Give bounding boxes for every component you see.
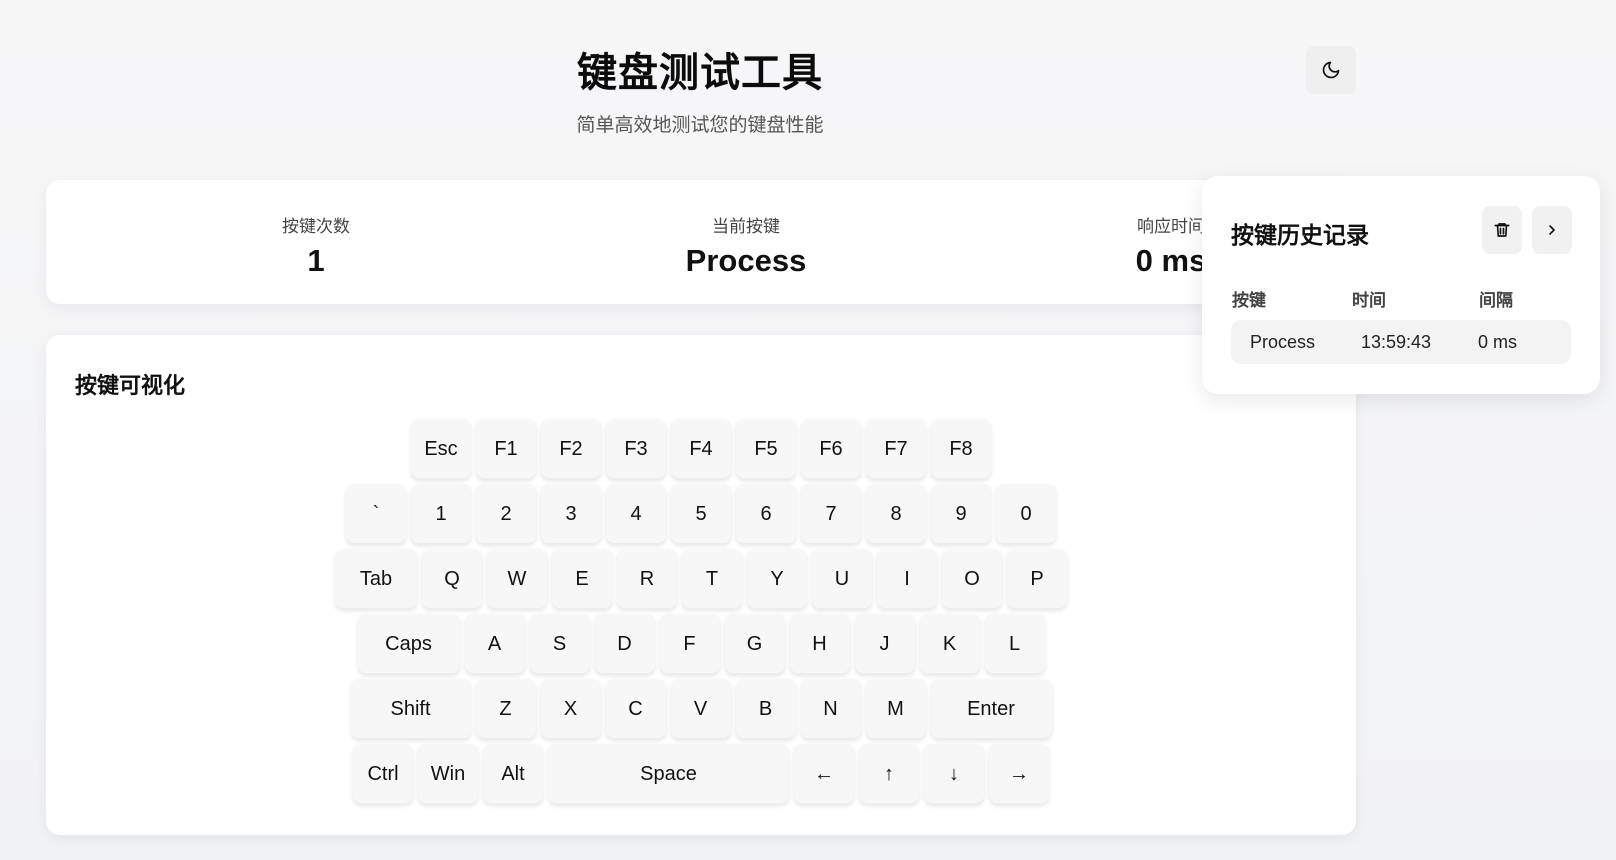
key-2[interactable]: 2 — [476, 484, 536, 544]
stat-value: Process — [685, 243, 807, 278]
stat-current-key: 当前按键 Process — [621, 212, 871, 279]
key-u[interactable]: U — [812, 549, 872, 609]
key-tab[interactable]: Tab — [335, 549, 417, 609]
key-0[interactable]: 0 — [996, 484, 1056, 544]
key-i[interactable]: I — [877, 549, 937, 609]
key-backtick[interactable]: ` — [346, 484, 406, 544]
keyboard: Esc F1 F2 F3 F4 F5 F6 F7 F8 ` 1 2 3 4 5 6 7 8 9 0 Tab Q W E R T Y U… — [46, 419, 1356, 809]
key-arrow-left[interactable]: ← — [794, 744, 854, 804]
key-f8[interactable]: F8 — [931, 419, 991, 479]
key-shift[interactable]: Shift — [350, 679, 471, 739]
trash-icon — [1494, 223, 1510, 237]
key-ctrl[interactable]: Ctrl — [353, 744, 413, 804]
key-w[interactable]: W — [487, 549, 547, 609]
stat-key-count: 按键次数 1 — [196, 212, 436, 279]
collapse-history-button[interactable] — [1532, 206, 1572, 254]
key-b[interactable]: B — [735, 679, 796, 739]
key-c[interactable]: C — [605, 679, 666, 739]
history-column-interval: 间隔 — [1479, 291, 1513, 310]
key-space[interactable]: Space — [548, 744, 789, 804]
key-4[interactable]: 4 — [606, 484, 666, 544]
key-arrow-right[interactable]: → — [989, 744, 1049, 804]
key-f2[interactable]: F2 — [541, 419, 601, 479]
keyboard-row: Tab Q W E R T Y U I O P — [46, 549, 1356, 609]
key-8[interactable]: 8 — [866, 484, 926, 544]
key-a[interactable]: A — [464, 614, 525, 674]
page-subtitle: 简单高效地测试您的键盘性能 — [576, 115, 824, 136]
key-l[interactable]: L — [984, 614, 1045, 674]
key-caps[interactable]: Caps — [357, 614, 460, 674]
key-z[interactable]: Z — [475, 679, 536, 739]
key-r[interactable]: R — [617, 549, 677, 609]
key-f7[interactable]: F7 — [866, 419, 926, 479]
history-row-time: 13:59:43 — [1361, 332, 1432, 352]
key-k[interactable]: K — [919, 614, 980, 674]
key-f4[interactable]: F4 — [671, 419, 731, 479]
moon-icon — [1322, 61, 1340, 79]
key-7[interactable]: 7 — [801, 484, 861, 544]
history-row-key: Process — [1250, 332, 1316, 352]
key-v[interactable]: V — [670, 679, 731, 739]
history-panel: 按键历史记录 按键 时间 间隔 Process 13:59:43 0 ms — [1202, 176, 1600, 394]
key-j[interactable]: J — [854, 614, 915, 674]
key-f1[interactable]: F1 — [476, 419, 536, 479]
keyboard-row: Caps A S D F G H J K L — [46, 614, 1356, 674]
key-win[interactable]: Win — [418, 744, 478, 804]
keyboard-row: Ctrl Win Alt Space ← ↑ ↓ → — [46, 744, 1356, 804]
key-esc[interactable]: Esc — [411, 419, 471, 479]
stat-label: 当前按键 — [712, 217, 780, 236]
key-n[interactable]: N — [800, 679, 861, 739]
clear-history-button[interactable] — [1482, 206, 1522, 254]
key-3[interactable]: 3 — [541, 484, 601, 544]
key-5[interactable]: 5 — [671, 484, 731, 544]
stat-label: 按键次数 — [282, 217, 350, 236]
history-row-interval: 0 ms — [1478, 332, 1518, 352]
key-d[interactable]: D — [594, 614, 655, 674]
key-q[interactable]: Q — [422, 549, 482, 609]
key-1[interactable]: 1 — [411, 484, 471, 544]
key-e[interactable]: E — [552, 549, 612, 609]
key-x[interactable]: X — [540, 679, 601, 739]
key-o[interactable]: O — [942, 549, 1002, 609]
keyboard-row: ` 1 2 3 4 5 6 7 8 9 0 — [46, 484, 1356, 544]
history-column-time: 时间 — [1352, 291, 1386, 310]
keyboard-row: Shift Z X C V B N M Enter — [46, 679, 1356, 739]
key-f[interactable]: F — [659, 614, 720, 674]
stats-panel: 按键次数 1 当前按键 Process 响应时间 0 ms — [46, 180, 1356, 304]
keyboard-visualizer: 按键可视化 Esc F1 F2 F3 F4 F5 F6 F7 F8 ` 1 2 3 4 5 6 7 8 9 0 Tab Q… — [46, 335, 1356, 835]
key-s[interactable]: S — [529, 614, 590, 674]
page-title: 键盘测试工具 — [577, 51, 823, 95]
key-t[interactable]: T — [682, 549, 742, 609]
key-f5[interactable]: F5 — [736, 419, 796, 479]
keyboard-row: Esc F1 F2 F3 F4 F5 F6 F7 F8 — [46, 419, 1356, 479]
key-f3[interactable]: F3 — [606, 419, 666, 479]
key-arrow-down[interactable]: ↓ — [924, 744, 984, 804]
key-m[interactable]: M — [865, 679, 926, 739]
key-g[interactable]: G — [724, 614, 785, 674]
history-title: 按键历史记录 — [1231, 222, 1369, 248]
visualizer-title: 按键可视化 — [75, 373, 186, 398]
stat-value: 1 — [307, 243, 325, 278]
theme-toggle-button[interactable] — [1306, 46, 1356, 94]
page-header: 键盘测试工具 简单高效地测试您的键盘性能 — [0, 40, 1400, 137]
history-column-key: 按键 — [1232, 291, 1266, 310]
key-p[interactable]: P — [1007, 549, 1067, 609]
key-arrow-up[interactable]: ↑ — [859, 744, 919, 804]
key-alt[interactable]: Alt — [483, 744, 543, 804]
key-y[interactable]: Y — [747, 549, 807, 609]
key-enter[interactable]: Enter — [930, 679, 1052, 739]
key-h[interactable]: H — [789, 614, 850, 674]
key-f6[interactable]: F6 — [801, 419, 861, 479]
key-9[interactable]: 9 — [931, 484, 991, 544]
chevron-right-icon — [1549, 225, 1555, 235]
key-6[interactable]: 6 — [736, 484, 796, 544]
history-row: Process 13:59:43 0 ms — [1231, 320, 1571, 364]
